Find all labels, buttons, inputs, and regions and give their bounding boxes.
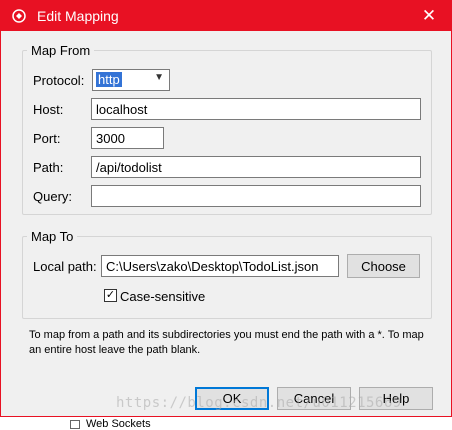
map-from-legend: Map From [31, 43, 91, 58]
query-input[interactable] [91, 185, 421, 207]
watermark-text: https://blog.csdn.net/u011215669 [116, 395, 402, 411]
mapping-hint-text: To map from a path and its subdirectorie… [29, 329, 424, 356]
query-label: Query: [33, 189, 73, 204]
window-title: Edit Mapping [37, 8, 119, 24]
checkmark-icon: ✓ [105, 289, 116, 301]
port-label: Port: [33, 131, 61, 146]
path-label: Path: [33, 160, 64, 175]
close-button[interactable]: ✕ [411, 1, 447, 31]
background-checkbox [70, 420, 80, 429]
edit-mapping-dialog: Edit Mapping ✕ Map From Protocol: http ▼… [0, 0, 452, 417]
protocol-label: Protocol: [33, 73, 85, 88]
close-icon: ✕ [421, 6, 437, 25]
local-path-label: Local path: [33, 259, 97, 274]
app-icon [12, 9, 26, 23]
map-to-legend: Map To [31, 229, 74, 244]
background-bottom-bar [0, 416, 452, 430]
chevron-down-icon: ▼ [154, 72, 164, 83]
host-input[interactable] [91, 98, 421, 120]
path-input[interactable] [91, 156, 421, 178]
case-sensitive-label[interactable]: Case-sensitive [120, 289, 205, 304]
choose-label: Choose [361, 258, 406, 274]
background-label: Web Sockets [86, 418, 151, 430]
protocol-value: http [96, 72, 122, 87]
title-bar[interactable]: Edit Mapping ✕ [1, 1, 451, 31]
local-path-input[interactable] [101, 255, 339, 277]
choose-button[interactable]: Choose [347, 254, 420, 278]
case-sensitive-checkbox[interactable]: ✓ [104, 289, 117, 302]
protocol-select[interactable]: http ▼ [92, 69, 170, 91]
port-input[interactable] [91, 127, 164, 149]
host-label: Host: [33, 102, 64, 117]
